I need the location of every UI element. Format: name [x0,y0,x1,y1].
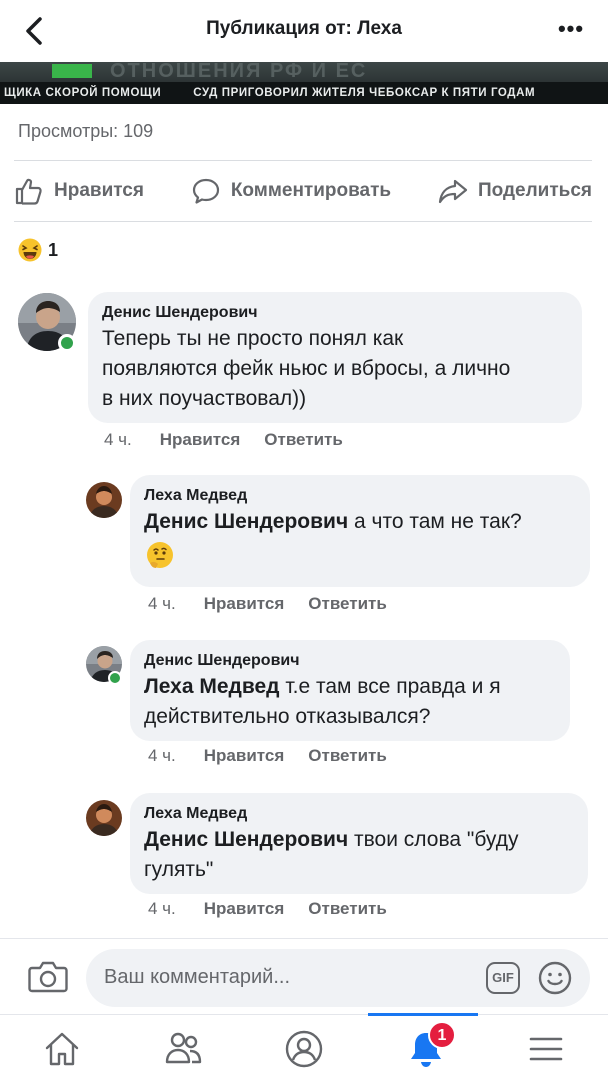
laughing-emoji-icon [18,238,42,262]
reaction-count: 1 [48,239,59,260]
comment-text: т.е там все правда и я [279,675,501,698]
comment-like-button[interactable]: Нравится [204,746,285,766]
mention-link[interactable]: Денис Шендерович [144,510,348,533]
menu-icon [529,1037,563,1061]
comment-author[interactable]: Леха Медвед [144,485,576,507]
share-label: Поделиться [477,180,592,201]
comment-button[interactable]: Комментировать [191,176,391,206]
comment-author[interactable]: Денис Шендерович [144,650,556,672]
comment-reply-button[interactable]: Ответить [308,899,387,919]
active-tab-indicator [368,1013,478,1016]
comment-time: 4 ч. [104,430,132,449]
comment-like-button[interactable]: Нравится [204,899,285,919]
mention-link[interactable]: Леха Медвед [144,675,279,698]
comment-meta: 4 ч. Нравится Ответить [104,430,343,450]
ticker-right-text: СУД ПРИГОВОРИЛ ЖИТЕЛЯ ЧЕБОКСАР К ПЯТИ ГО… [193,87,536,99]
comment-composer: Ваш комментарий... GIF [0,938,608,1014]
comment-reply-button[interactable]: Ответить [308,746,387,766]
share-button[interactable]: Поделиться [438,176,592,206]
online-indicator [58,334,76,352]
camera-button[interactable] [28,959,68,995]
more-options-button[interactable]: ••• [556,16,586,42]
comment-bubble: Денис Шендерович Теперь ты не просто пон… [88,292,582,423]
online-indicator [108,671,122,685]
like-label: Нравится [54,180,144,201]
avatar[interactable] [86,800,122,836]
notifications-badge: 1 [428,1021,456,1049]
comment-reply-button[interactable]: Ответить [308,594,387,614]
comment-meta: 4 ч. Нравится Ответить [148,594,387,614]
comment-input[interactable]: Ваш комментарий... GIF [86,949,590,1007]
comment-label: Комментировать [230,180,392,201]
comment-author[interactable]: Денис Шендерович [102,302,568,324]
comment-like-button[interactable]: Нравится [204,594,285,614]
comment-text: твои слова "буду [348,828,519,851]
comment-bubble: Леха Медвед Денис Шендерович а что там н… [130,475,590,587]
home-icon [45,1032,79,1066]
tab-friends[interactable] [164,1029,204,1069]
comment-text-line: гулять" [144,858,214,881]
comment-meta: 4 ч. Нравится Ответить [148,899,387,919]
comment-bubble: Денис Шендерович Леха Медвед т.е там все… [130,640,570,741]
mention-link[interactable]: Денис Шендерович [144,828,348,851]
comment-bubble: Леха Медвед Денис Шендерович твои слова … [130,793,588,894]
camera-icon [28,961,68,993]
comment-reply-button[interactable]: Ответить [264,430,343,450]
thumbs-up-icon [15,178,42,205]
view-count: Просмотры: 109 [18,121,154,141]
tab-home[interactable] [42,1029,82,1069]
comment-text: а что там не так? [348,510,522,533]
top-bar: Публикация от: Леха ••• [0,0,608,62]
comment-input-placeholder: Ваш комментарий... [104,966,291,988]
comment-text-line: появляются фейк ньюс и вбросы, а лично [102,357,511,380]
comment-like-button[interactable]: Нравится [160,430,241,450]
video-banner-text: ОТНОШЕНИЯ РФ И ЕС [110,62,368,82]
friends-icon [165,1032,202,1064]
comment-time: 4 ч. [148,899,176,918]
reaction-summary[interactable]: 1 [18,238,58,262]
comment-text-line: в них поучаствовал)) [102,387,307,410]
page-title: Публикация от: Леха [206,18,402,39]
comment-time: 4 ч. [148,746,176,765]
post-actions: Нравится Комментировать Поделиться [14,160,592,222]
avatar[interactable] [86,482,122,518]
comment-text-line: действительно отказывался? [144,705,431,728]
channel-logo [52,64,92,78]
news-ticker: ЩИКА СКОРОЙ ПОМОЩИ СУД ПРИГОВОРИЛ ЖИТЕЛЯ … [0,82,608,104]
profile-icon [285,1030,323,1068]
comment-time: 4 ч. [148,594,176,613]
comment-meta: 4 ч. Нравится Ответить [148,746,387,766]
like-button[interactable]: Нравится [14,176,144,206]
comment-text-line: Теперь ты не просто понял как [102,327,404,350]
gif-button[interactable]: GIF [486,962,520,994]
share-icon [438,179,468,204]
comment-author[interactable]: Леха Медвед [144,803,574,825]
bottom-tab-bar: 1 [0,1013,608,1080]
smiley-icon [538,961,572,995]
emoji-button[interactable] [538,961,572,995]
thinking-face-emoji-icon [147,542,173,568]
video-player[interactable]: ОТНОШЕНИЯ РФ И ЕС ЩИКА СКОРОЙ ПОМОЩИ СУД … [0,62,608,104]
tab-profile[interactable] [284,1029,324,1069]
comment-icon [192,178,219,204]
tab-menu[interactable] [526,1029,566,1069]
ticker-left-text: ЩИКА СКОРОЙ ПОМОЩИ [4,87,162,99]
